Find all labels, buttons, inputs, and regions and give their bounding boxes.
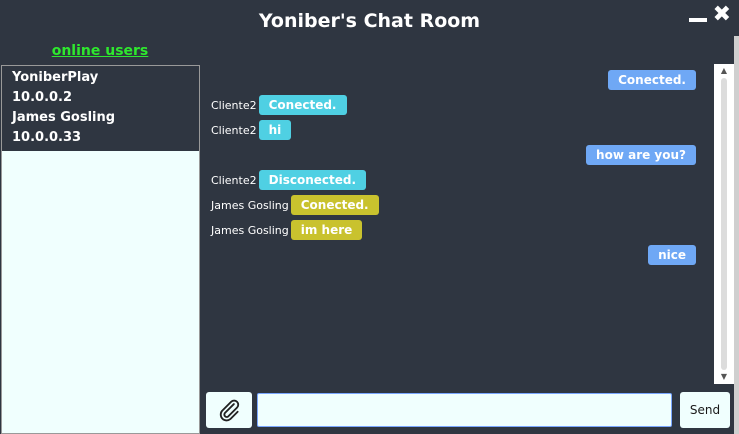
- message-row: Cliente2 Conected.: [211, 95, 347, 115]
- message-row: nice: [648, 245, 696, 265]
- window-edge: [734, 36, 739, 434]
- scroll-up-icon[interactable]: ▲: [714, 64, 734, 78]
- messages-area: Conected. Cliente2 Conected. Cliente2 hi…: [204, 64, 716, 384]
- user-ip[interactable]: 10.0.0.33: [2, 128, 199, 148]
- message-bubble[interactable]: Conected.: [608, 70, 696, 90]
- message-row: how are you?: [586, 145, 696, 165]
- scrollbar-track[interactable]: [721, 78, 727, 370]
- message-row: James Gosling Conected.: [211, 195, 379, 215]
- message-bubble[interactable]: nice: [648, 245, 696, 265]
- minimize-icon[interactable]: [688, 4, 707, 26]
- message-bubble[interactable]: how are you?: [586, 145, 696, 165]
- send-button[interactable]: Send: [680, 392, 730, 428]
- window-controls: ✖: [688, 4, 731, 26]
- online-users-list: YoniberPlay 10.0.0.2 James Gosling 10.0.…: [1, 65, 200, 434]
- chat-window: Yoniber's Chat Room ✖ online users Yonib…: [0, 0, 739, 434]
- user-list-selection: YoniberPlay 10.0.0.2 James Gosling 10.0.…: [2, 66, 199, 151]
- message-row: James Gosling im here: [211, 220, 363, 240]
- message-sender: Cliente2: [211, 173, 257, 187]
- message-sender: Cliente2: [211, 98, 257, 112]
- window-title: Yoniber's Chat Room: [258, 10, 481, 32]
- messages-scrollbar[interactable]: ▲ ▼: [714, 64, 734, 384]
- user-name[interactable]: YoniberPlay: [2, 68, 199, 88]
- user-ip[interactable]: 10.0.0.2: [2, 88, 199, 108]
- message-bubble[interactable]: Conected.: [290, 195, 379, 215]
- paperclip-icon: [219, 399, 240, 422]
- message-row: Cliente2 Disconected.: [211, 170, 367, 190]
- message-sender: James Gosling: [211, 198, 289, 212]
- message-bubble[interactable]: hi: [258, 120, 292, 140]
- scroll-down-icon[interactable]: ▼: [714, 370, 734, 384]
- message-row: Cliente2 hi: [211, 120, 292, 140]
- attach-button[interactable]: [206, 392, 252, 428]
- message-sender: Cliente2: [211, 123, 257, 137]
- message-bubble[interactable]: Disconected.: [258, 170, 367, 190]
- online-users-label[interactable]: online users: [0, 43, 200, 59]
- message-sender: James Gosling: [211, 223, 289, 237]
- message-row: Conected.: [608, 70, 696, 90]
- message-input[interactable]: [257, 393, 672, 427]
- user-name[interactable]: James Gosling: [2, 108, 199, 128]
- close-icon[interactable]: ✖: [713, 4, 731, 26]
- message-bubble[interactable]: Conected.: [258, 95, 347, 115]
- message-bubble[interactable]: im here: [290, 220, 363, 240]
